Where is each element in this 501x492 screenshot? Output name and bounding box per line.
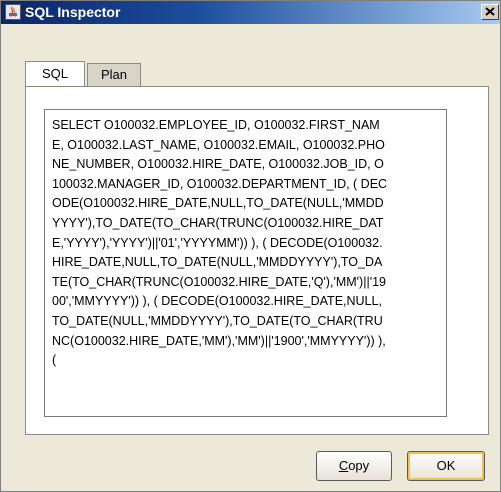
close-button[interactable] (481, 4, 499, 20)
tab-sql[interactable]: SQL (25, 61, 85, 88)
ok-button[interactable]: OK (407, 451, 485, 481)
title-bar[interactable]: SQL Inspector (1, 1, 500, 24)
tab-plan[interactable]: Plan (87, 63, 141, 86)
tab-sql-label: SQL (41, 66, 68, 81)
tab-plan-label: Plan (100, 67, 128, 82)
copy-label-rest: opy (348, 458, 370, 473)
sql-statement-text[interactable]: SELECT O100032.EMPLOYEE_ID, O100032.FIRS… (52, 116, 388, 371)
close-icon (485, 7, 495, 16)
java-app-icon (5, 4, 21, 20)
window-title: SQL Inspector (25, 4, 121, 20)
sql-inspector-window: SQL Inspector SQL Plan SELECT O100032.EM… (0, 0, 501, 492)
copy-button[interactable]: Copy (316, 451, 392, 481)
sql-tab-panel: SELECT O100032.EMPLOYEE_ID, O100032.FIRS… (25, 86, 489, 435)
copy-mnemonic: C (338, 458, 349, 473)
ok-label: OK (436, 458, 456, 473)
sql-text-area[interactable]: SELECT O100032.EMPLOYEE_ID, O100032.FIRS… (44, 109, 447, 417)
